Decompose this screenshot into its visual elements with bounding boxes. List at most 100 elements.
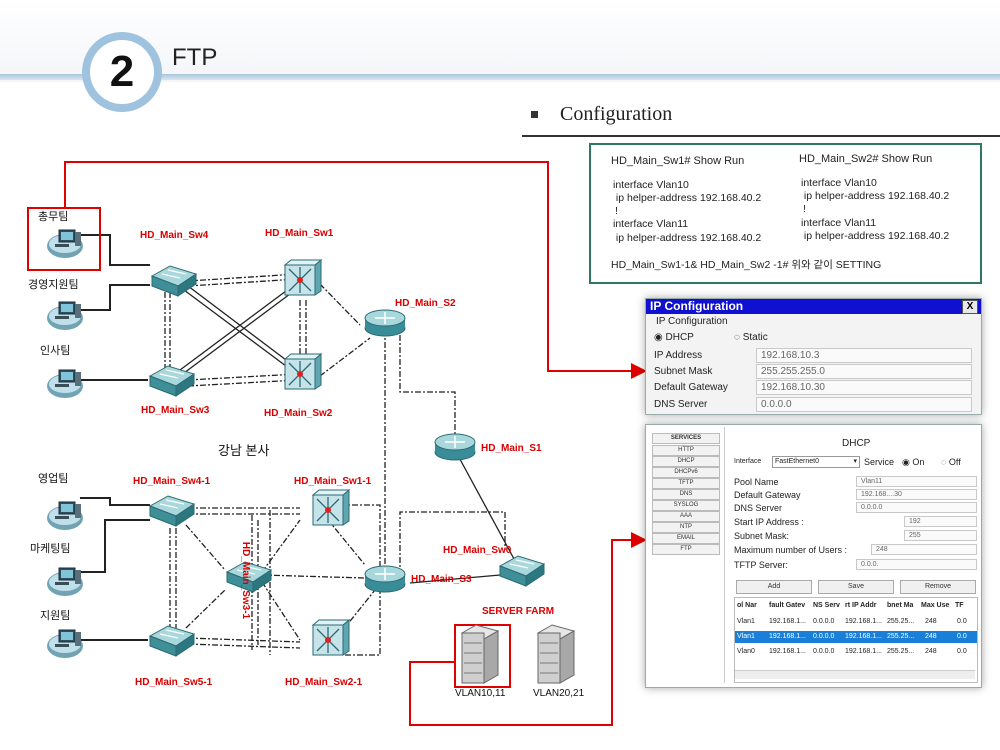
service-item[interactable]: NTP (652, 522, 720, 533)
table-cell: 248 (925, 648, 937, 655)
device-label: HD_Main_Sw2-1 (285, 677, 363, 688)
field-label: TFTP Server: (734, 560, 788, 570)
subnet-mask-field[interactable]: 255.255.255.0 (756, 364, 972, 379)
static-label: Static (742, 332, 768, 343)
field-label: Subnet Mask (654, 366, 713, 377)
table-cell: 192.168.1... (769, 633, 806, 640)
field-label: Subnet Mask: (734, 531, 790, 541)
server-label: VLAN10,11 (455, 688, 506, 699)
dhcp-title: DHCP (842, 438, 871, 449)
table-header: TF (955, 602, 964, 609)
horizontal-scrollbar[interactable] (735, 670, 975, 679)
multilayer-switch-icon (312, 619, 350, 656)
window-title: IP Configuration (650, 299, 744, 313)
table-header: rt IP Addr (845, 602, 877, 609)
device-label: HD_Main_Sw4-1 (133, 476, 211, 487)
table-cell: 248 (925, 633, 937, 640)
chevron-down-icon: ▾ (853, 458, 857, 465)
team-label: 총무팀 (38, 211, 69, 223)
table-header: NS Serv (813, 602, 840, 609)
table-cell: 255.25... (887, 618, 915, 625)
table-row[interactable]: Vlan0 192.168.1... 0.0.0.0 192.168.1... … (735, 646, 977, 658)
ip-address-field[interactable]: 192.168.10.3 (756, 348, 972, 363)
pool-table: ol Nar fault Gatev NS Serv rt IP Addr bn… (734, 597, 978, 683)
max-users-field[interactable]: 248 (871, 544, 977, 555)
dns-server-field[interactable]: 0.0.0.0 (756, 397, 972, 412)
interface-select[interactable]: FastEthernet0 ▾ (772, 456, 860, 468)
router-icon (364, 309, 406, 337)
service-item[interactable]: DHCP (652, 456, 720, 467)
device-label: HD_Main_S1 (481, 443, 542, 454)
tftp-server-field[interactable]: 0.0.0. (856, 559, 977, 570)
pc-icon (46, 629, 84, 659)
router-icon (364, 565, 406, 593)
team-label: 영업팀 (38, 473, 69, 485)
switch-icon (499, 555, 545, 587)
radio-empty-icon: ◌ (941, 457, 947, 467)
switch-icon (149, 495, 195, 527)
subnet-mask-field[interactable]: 255 (904, 530, 977, 541)
table-cell: 0.0.0.0 (813, 618, 835, 625)
interface-value: FastEthernet0 (775, 458, 819, 465)
service-off-radio[interactable]: ◌ Off (941, 457, 961, 467)
service-on-radio[interactable]: ◉ On (902, 457, 924, 468)
dhcp-window: SERVICES HTTP DHCP DHCPv6 TFTP DNS SYSLO… (645, 424, 982, 688)
switch-icon (149, 625, 195, 657)
field-label: DNS Server (654, 399, 708, 410)
default-gateway-field[interactable]: 192.168.10.30 (756, 380, 972, 395)
table-cell: 0.0.0.0 (813, 633, 835, 640)
table-header: bnet Ma (887, 602, 914, 609)
dns-server-field[interactable]: 0.0.0.0 (856, 502, 977, 513)
table-row[interactable]: Vlan1 192.168.1... 0.0.0.0 192.168.1... … (735, 616, 977, 628)
service-item[interactable]: AAA (652, 511, 720, 522)
dhcp-radio[interactable]: ◉ DHCP (654, 332, 694, 343)
field-label: IP Address (654, 350, 703, 361)
section-label: IP Configuration (656, 316, 728, 327)
service-item[interactable]: SYSLOG (652, 500, 720, 511)
services-sidebar: SERVICES HTTP DHCP DHCPv6 TFTP DNS SYSLO… (648, 427, 725, 683)
table-cell: Vlan0 (737, 648, 755, 655)
service-item[interactable]: TFTP (652, 478, 720, 489)
pc-icon (46, 229, 84, 259)
remove-button[interactable]: Remove (900, 580, 976, 594)
table-cell: 192.168.1... (845, 648, 882, 655)
field-label: DNS Server (734, 503, 783, 513)
device-label: HD_Main_Sw1 (265, 228, 334, 239)
services-header: SERVICES (652, 433, 720, 444)
save-button[interactable]: Save (818, 580, 894, 594)
multilayer-switch-icon (284, 353, 322, 390)
ip-config-window: IP Configuration X IP Configuration ◉ DH… (645, 298, 982, 415)
close-button[interactable]: X (962, 300, 978, 314)
pool-name-field[interactable]: Vlan11 (856, 476, 977, 487)
service-item[interactable]: FTP (652, 544, 720, 555)
field-label: Default Gateway (734, 490, 801, 500)
table-header: fault Gatev (769, 602, 806, 609)
service-item[interactable]: EMAIL (652, 533, 720, 544)
field-label: Maximum number of Users : (734, 545, 848, 555)
ip-config-titlebar: IP Configuration X (646, 299, 981, 314)
default-gateway-field[interactable]: 192.168....30 (856, 489, 977, 500)
service-item[interactable]: DHCPv6 (652, 467, 720, 478)
static-radio[interactable]: ◌ Static (734, 332, 768, 343)
device-label: HD_Main_S2 (395, 298, 456, 309)
table-row-selected[interactable]: Vlan1 192.168.1... 0.0.0.0 192.168.1... … (735, 631, 977, 643)
start-ip-field[interactable]: 192 (904, 516, 977, 527)
table-cell: 255.25... (887, 633, 915, 640)
pc-icon (46, 301, 84, 331)
dhcp-label: DHCP (665, 332, 694, 343)
table-cell: 0.0 (957, 633, 967, 640)
radio-empty-icon: ◌ (734, 332, 740, 343)
service-item[interactable]: DNS (652, 489, 720, 500)
device-label: HD_Main_Sw3-1 (240, 541, 252, 620)
service-item[interactable]: HTTP (652, 445, 720, 456)
table-cell: 192.168.1... (769, 618, 806, 625)
device-label: HD_Main_Sw3 (141, 405, 210, 416)
add-button[interactable]: Add (736, 580, 812, 594)
team-label: 인사팀 (40, 345, 71, 357)
multilayer-switch-icon (312, 489, 350, 526)
device-label: HD_Main_Sw5-1 (135, 677, 213, 688)
server-icon (537, 624, 575, 684)
table-cell: 248 (925, 618, 937, 625)
table-header: ol Nar (737, 602, 757, 609)
on-label: On (912, 457, 925, 467)
